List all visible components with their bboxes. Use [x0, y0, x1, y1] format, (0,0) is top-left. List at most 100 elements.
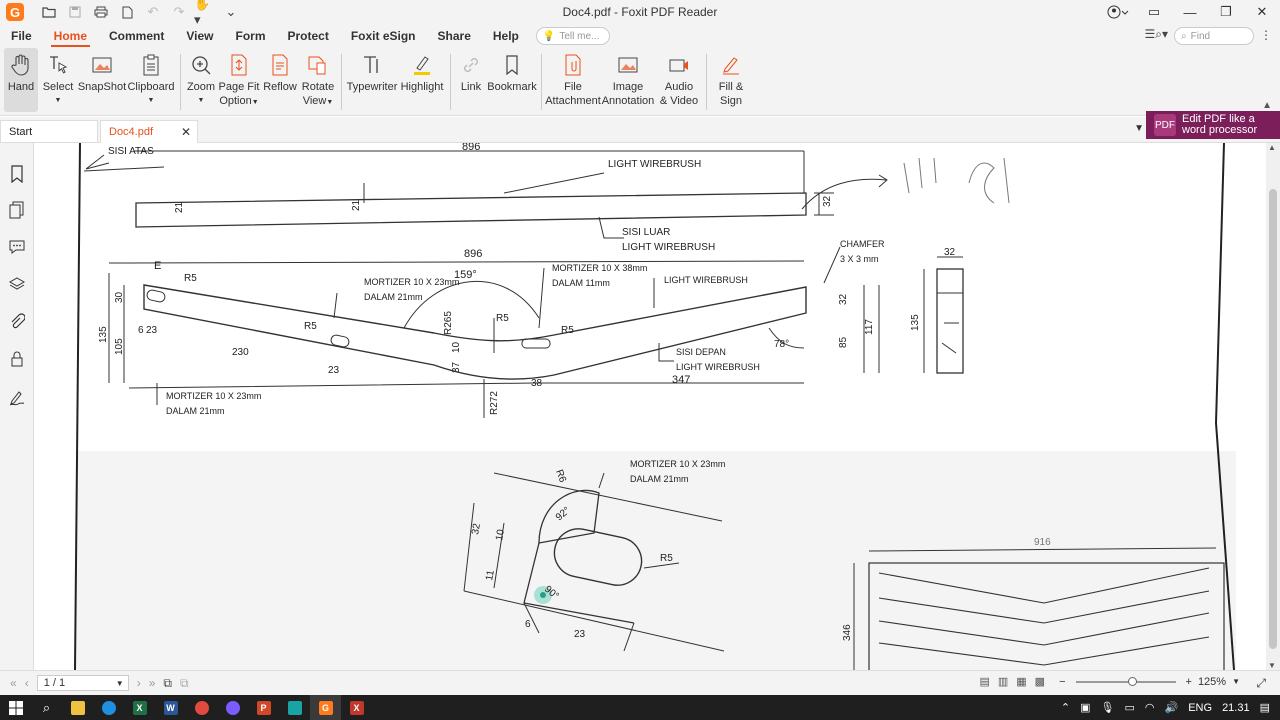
zoom-in-icon[interactable]: + [1186, 676, 1192, 688]
battery-icon[interactable]: ▭ [1125, 701, 1135, 714]
snapshot-button[interactable]: SnapShot [78, 48, 126, 112]
find-options-icon[interactable]: ☰⌕▾ [1144, 27, 1168, 42]
rotate-dropdown-icon[interactable]: ▼ [326, 99, 333, 106]
powerpoint-icon[interactable]: P [248, 695, 279, 720]
page-layout-icon[interactable]: ⧉ [163, 676, 172, 691]
app-icon[interactable] [217, 695, 248, 720]
tab-help[interactable]: Help [482, 24, 530, 48]
excel-icon[interactable]: X [124, 695, 155, 720]
continuous-facing-view-icon[interactable]: ▩ [1035, 675, 1045, 688]
first-page-icon[interactable]: « [10, 676, 17, 690]
page-dropdown-icon[interactable]: ▼ [116, 679, 124, 688]
clipboard-dropdown-icon[interactable]: ▼ [148, 94, 155, 108]
reflow-button[interactable]: Reflow [261, 48, 299, 112]
redo-icon[interactable]: ↷ [168, 1, 190, 23]
select-tool-button[interactable]: Select ▼ [38, 48, 78, 112]
typewriter-button[interactable]: Typewriter [346, 48, 398, 112]
file-attachment-button[interactable]: File Attachment [545, 48, 601, 112]
last-page-icon[interactable]: » [149, 676, 156, 690]
bookmarks-panel-icon[interactable] [8, 165, 26, 183]
hand-tool-dropdown-icon[interactable]: ✋▾ [194, 0, 216, 27]
more-options-icon[interactable]: ⋮ [1260, 28, 1272, 42]
zoom-button[interactable]: Zoom ▼ [185, 48, 217, 112]
zoom-slider-knob[interactable] [1127, 676, 1137, 686]
zoom-value[interactable]: 125% [1198, 676, 1226, 688]
foxit-taskbar-icon[interactable]: G [310, 695, 341, 720]
rotate-view-button[interactable]: Rotate View▼ [299, 48, 337, 112]
continuous-view-icon[interactable]: ▥ [998, 675, 1008, 688]
clipboard-button[interactable]: Clipboard ▼ [126, 48, 176, 112]
tab-foxit-esign[interactable]: Foxit eSign [340, 24, 427, 48]
undo-icon[interactable]: ↶ [142, 1, 164, 23]
facing-view-icon[interactable]: ▦ [1016, 675, 1026, 688]
xmind-icon[interactable]: X [341, 695, 372, 720]
page-layout-alt-icon[interactable]: ⧉ [180, 676, 189, 691]
tab-form[interactable]: Form [225, 24, 277, 48]
pdf-document-view[interactable]: SISI ATAS 896 LIGHT WIREBRUSH SISI LUAR … [34, 143, 1266, 670]
file-explorer-icon[interactable] [62, 695, 93, 720]
bookmark-button[interactable]: Bookmark [487, 48, 537, 112]
page-number-input[interactable]: 1 / 1 ▼ [36, 675, 129, 691]
scroll-thumb[interactable] [1269, 189, 1277, 649]
open-icon[interactable] [38, 1, 60, 23]
customize-toolbar-icon[interactable]: ⌄ [220, 1, 242, 23]
chrome-icon[interactable] [186, 695, 217, 720]
edge-icon[interactable] [93, 695, 124, 720]
tab-view[interactable]: View [175, 24, 224, 48]
tray-app-icon[interactable]: ▣ [1080, 701, 1090, 714]
image-annotation-button[interactable]: Image Annotation [600, 48, 656, 112]
maximize-button[interactable]: ❐ [1208, 0, 1244, 24]
scroll-down-icon[interactable]: ▼ [1268, 661, 1276, 670]
notifications-icon[interactable]: ▤ [1260, 701, 1270, 714]
tab-file[interactable]: File [0, 24, 43, 48]
edit-pdf-promo[interactable]: PDF Edit PDF like a word processor [1146, 111, 1280, 139]
save-icon[interactable] [64, 1, 86, 23]
single-page-view-icon[interactable]: ▤ [979, 675, 989, 688]
layers-panel-icon[interactable] [8, 275, 26, 293]
wifi-icon[interactable]: ◠ [1145, 701, 1155, 714]
zoom-out-icon[interactable]: − [1059, 676, 1065, 688]
security-panel-icon[interactable] [8, 350, 26, 368]
signatures-panel-icon[interactable] [8, 389, 26, 407]
vertical-scrollbar[interactable]: ▲ ▼ [1266, 143, 1280, 670]
fill-sign-button[interactable]: Fill & Sign [711, 48, 751, 112]
tell-me-search[interactable]: 💡 Tell me... [535, 27, 610, 45]
windows-start-icon[interactable] [0, 695, 31, 720]
clock[interactable]: 21.31 [1222, 702, 1250, 714]
find-input[interactable]: ⌕ Find [1174, 27, 1254, 45]
close-button[interactable]: ✕ [1244, 0, 1280, 24]
tab-list-dropdown-icon[interactable]: ▼ [1134, 123, 1144, 134]
fullscreen-icon[interactable]: ⤢ [1256, 676, 1266, 691]
tab-start[interactable]: Start [0, 120, 98, 143]
new-document-icon[interactable] [116, 1, 138, 23]
page-fit-dropdown-icon[interactable]: ▼ [252, 99, 259, 106]
minimize-button[interactable]: — [1172, 0, 1208, 24]
hand-tool-button[interactable]: Hand [4, 48, 38, 112]
account-icon[interactable] [1100, 0, 1136, 24]
foxit-logo-icon[interactable]: G [6, 3, 24, 21]
word-icon[interactable]: W [155, 695, 186, 720]
installer-icon[interactable] [279, 695, 310, 720]
tab-comment[interactable]: Comment [98, 24, 175, 48]
microphone-icon[interactable]: 🎙 [1101, 701, 1115, 714]
tab-home[interactable]: Home [43, 24, 98, 48]
zoom-dropdown-arrow-icon[interactable]: ▼ [1232, 677, 1240, 686]
prev-page-icon[interactable]: ‹ [25, 676, 29, 690]
pages-panel-icon[interactable] [8, 201, 26, 219]
zoom-slider[interactable] [1075, 676, 1176, 686]
collapse-ribbon-icon[interactable]: ▲ [1262, 100, 1272, 111]
tab-protect[interactable]: Protect [277, 24, 340, 48]
search-icon[interactable]: ⌕ [31, 695, 62, 720]
audio-video-button[interactable]: Audio & Video [656, 48, 702, 112]
zoom-dropdown-icon[interactable]: ▼ [198, 94, 205, 108]
tray-chevron-icon[interactable]: ⌃ [1061, 701, 1070, 714]
print-icon[interactable] [90, 1, 112, 23]
comments-panel-icon[interactable] [8, 238, 26, 256]
select-dropdown-icon[interactable]: ▼ [55, 94, 62, 108]
tab-doc4[interactable]: Doc4.pdf ✕ [100, 120, 198, 143]
volume-icon[interactable]: 🔊 [1165, 701, 1179, 714]
scroll-up-icon[interactable]: ▲ [1268, 143, 1276, 152]
link-button[interactable]: Link [455, 48, 487, 112]
next-page-icon[interactable]: › [137, 676, 141, 690]
highlight-button[interactable]: Highlight [398, 48, 446, 112]
